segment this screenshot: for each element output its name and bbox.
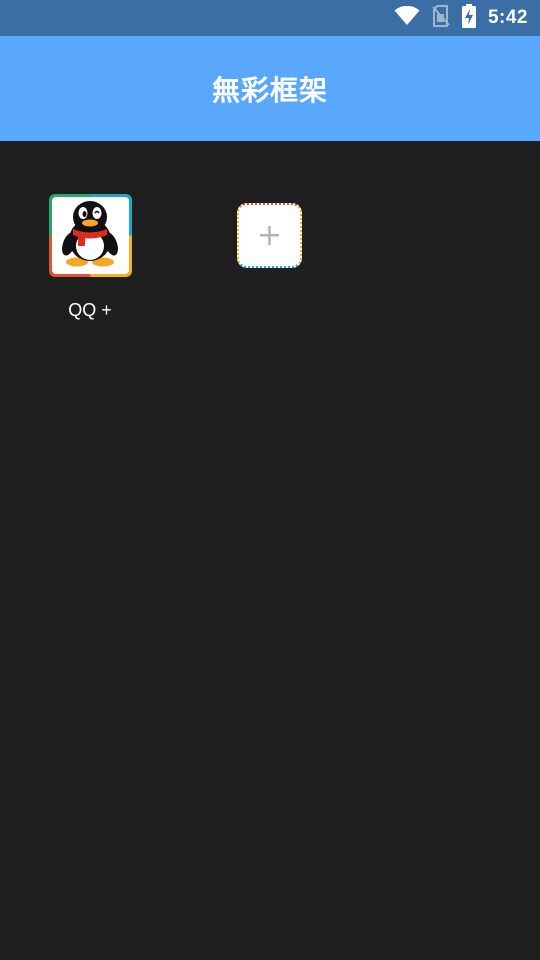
app-icon-frame (48, 194, 132, 277)
app-grid: QQ + + (0, 141, 540, 960)
status-time: 5:42 (487, 7, 528, 28)
app-label: QQ + (68, 300, 112, 320)
app-title: 無彩框架 (211, 74, 328, 106)
status-bar: 5:42 (0, 0, 540, 36)
add-icon: + (256, 217, 283, 253)
app-tile-qq[interactable]: QQ + (48, 194, 132, 321)
no-sim-icon (432, 4, 450, 32)
battery-charging-icon (461, 3, 476, 33)
qq-penguin-icon (56, 198, 124, 273)
wifi-icon (394, 5, 420, 31)
app-icon-inner (51, 197, 129, 274)
add-app-button[interactable]: + (237, 203, 302, 268)
app-bar: 無彩框架 (0, 36, 540, 141)
status-icons: 5:42 (394, 0, 528, 36)
